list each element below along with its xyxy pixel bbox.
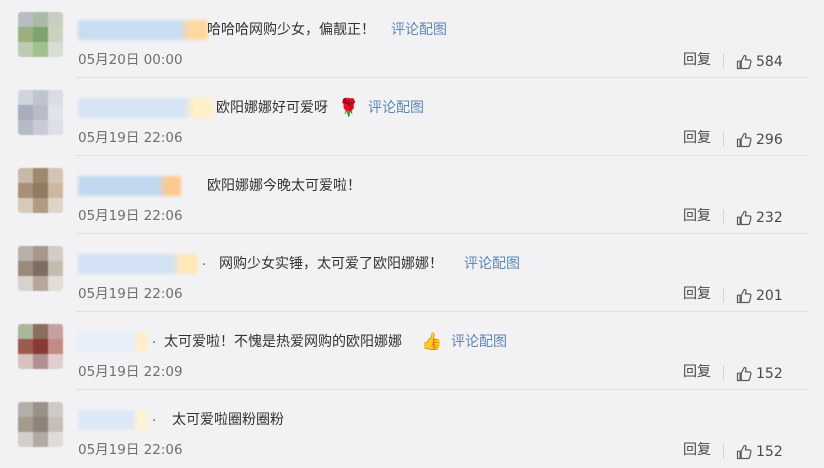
like-count: 584 [756, 54, 783, 70]
reply-button[interactable]: 回复 [683, 207, 711, 225]
comment-text: 太可爱啦圈粉圈粉 [172, 412, 284, 428]
comment-image-link[interactable]: 评论配图 [391, 20, 447, 40]
comment-text: 哈哈哈网购少女，偏靓正！ [207, 22, 375, 38]
avatar[interactable] [18, 324, 63, 369]
thumbs-up-icon [736, 444, 752, 460]
thumbs-up-icon [736, 54, 752, 70]
like-button[interactable]: 232 [736, 209, 783, 227]
like-count: 296 [756, 132, 783, 148]
reply-button[interactable]: 回复 [683, 51, 711, 69]
thumbs-up-icon [736, 288, 752, 304]
comment-time: 05月20日 00:00 [78, 52, 183, 68]
reply-button[interactable]: 回复 [683, 129, 711, 147]
like-count: 201 [756, 288, 783, 304]
like-button[interactable]: 152 [736, 365, 783, 383]
comment-item: . 太可爱啦！不愧是热爱网购的欧阳娜娜 👍 评论配图 05月19日 22:09 回复 152 [0, 312, 824, 390]
avatar[interactable] [18, 12, 63, 57]
username-blurred[interactable] [78, 410, 148, 430]
action-divider [723, 209, 724, 225]
comment-image-link[interactable]: 评论配图 [451, 332, 507, 352]
comment-time: 05月19日 22:06 [78, 208, 183, 224]
username-colon: . [202, 254, 207, 269]
like-count: 232 [756, 210, 783, 226]
username-blurred[interactable] [78, 254, 198, 274]
like-count: 152 [756, 366, 783, 382]
like-button[interactable]: 296 [736, 131, 783, 149]
thumbs-up-icon [736, 366, 752, 382]
like-button[interactable]: 584 [736, 53, 783, 71]
comment-text: 网购少女实锤，太可爱了欧阳娜娜！ [219, 256, 443, 272]
username-blurred[interactable] [78, 176, 181, 196]
thumbs-up-emoji-icon: 👍 [421, 332, 443, 352]
comment-text: 太可爱啦！不愧是热爱网购的欧阳娜娜 [164, 334, 402, 350]
action-divider [723, 443, 724, 459]
like-count: 152 [756, 444, 783, 460]
comment-item: . 太可爱啦圈粉圈粉 05月19日 22:06 回复 152 [0, 390, 824, 468]
avatar[interactable] [18, 168, 63, 213]
thumbs-up-icon [736, 210, 752, 226]
username-blurred[interactable] [78, 332, 148, 352]
action-divider [723, 53, 724, 69]
comment-text: 欧阳娜娜好可爱呀 [216, 100, 328, 116]
avatar[interactable] [18, 246, 63, 291]
reply-button[interactable]: 回复 [683, 285, 711, 303]
avatar[interactable] [18, 402, 63, 447]
thumbs-up-icon [736, 132, 752, 148]
reply-button[interactable]: 回复 [683, 363, 711, 381]
comment-image-link[interactable]: 评论配图 [464, 254, 520, 274]
avatar[interactable] [18, 90, 63, 135]
username-colon: . [152, 332, 157, 347]
comment-time: 05月19日 22:06 [78, 442, 183, 458]
comment-item: 哈哈哈网购少女，偏靓正！ 评论配图 05月20日 00:00 回复 584 [0, 0, 824, 78]
comment-time: 05月19日 22:06 [78, 286, 183, 302]
username-colon: . [152, 410, 157, 425]
action-divider [723, 131, 724, 147]
comment-time: 05月19日 22:09 [78, 364, 183, 380]
username-blurred[interactable] [78, 20, 208, 40]
comment-time: 05月19日 22:06 [78, 130, 183, 146]
comment-item: 欧阳娜娜好可爱呀 🌹 评论配图 05月19日 22:06 回复 296 [0, 78, 824, 156]
reply-button[interactable]: 回复 [683, 441, 711, 459]
action-divider [723, 287, 724, 303]
username-blurred[interactable] [78, 98, 213, 118]
comment-item: 欧阳娜娜今晚太可爱啦！ 05月19日 22:06 回复 232 [0, 156, 824, 234]
comment-text: 欧阳娜娜今晚太可爱啦！ [207, 178, 361, 194]
comment-image-link[interactable]: 评论配图 [368, 98, 424, 118]
action-divider [723, 365, 724, 381]
rose-emoji-icon: 🌹 [338, 98, 360, 118]
like-button[interactable]: 152 [736, 443, 783, 461]
comment-item: . 网购少女实锤，太可爱了欧阳娜娜！ 评论配图 05月19日 22:06 回复 201 [0, 234, 824, 312]
like-button[interactable]: 201 [736, 287, 783, 305]
